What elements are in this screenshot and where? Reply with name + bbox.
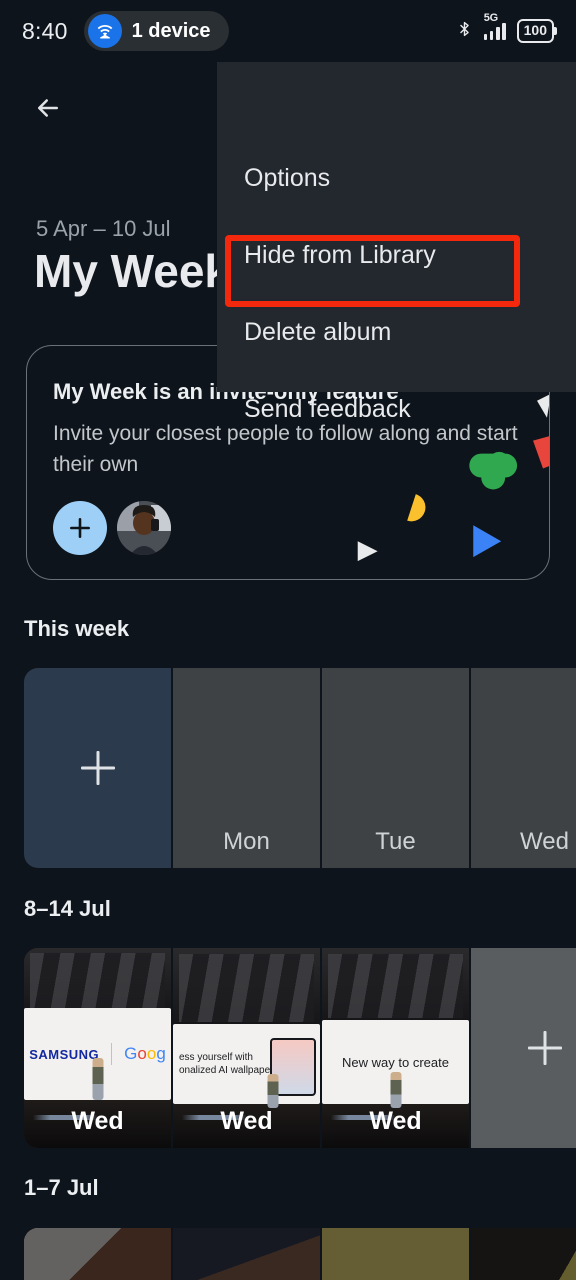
add-person-button[interactable] [53,501,107,555]
add-memory-tile[interactable] [24,668,171,868]
back-arrow-icon [33,93,63,128]
cast-device-pill[interactable]: 1 device [83,11,229,51]
slide-samsung-logo: SAMSUNG [29,1046,100,1062]
invite-card-body: Invite your closest people to follow alo… [53,422,518,476]
plus-icon [81,751,115,785]
avatar[interactable] [117,501,171,555]
cast-device-label: 1 device [131,19,211,42]
wifi-cast-icon [87,14,122,48]
photo-tile[interactable] [471,1228,576,1280]
menu-item-options[interactable]: Options [244,164,330,193]
section-label-1-7-jul: 1–7 Jul [24,1175,99,1200]
battery-indicator: 100 [516,19,554,43]
tile-day-label: Wed [220,1107,273,1135]
album-date-range: 5 Apr – 10 Jul [36,216,171,241]
slide-headline: New way to create [342,1054,449,1070]
menu-item-delete-album[interactable]: Delete album [244,318,391,347]
day-tile[interactable]: Wed [471,668,576,868]
back-button[interactable] [24,86,72,134]
section-strip-8-14-jul[interactable]: SAMSUNG Goog Wed ess yourself with onali… [24,948,576,1148]
signal-bars-icon: 5G [483,12,506,40]
page-title: My Week [34,245,231,297]
bluetooth-icon [456,18,473,45]
photo-tile[interactable]: SAMSUNG Goog Wed [24,948,171,1148]
delete-album-highlight [225,235,520,307]
phone-screen: 8:40 1 device 5G 100 5 Apr – 10 Jul My W… [0,0,576,1280]
slide-google-logo: Goog [124,1044,166,1063]
photo-tile[interactable] [173,1228,320,1280]
section-strip-this-week[interactable]: Mon Tue Wed [24,668,576,868]
section-label-8-14-jul: 8–14 Jul [24,896,111,921]
tile-day-label: Wed [71,1107,124,1135]
section-strip-1-7-jul[interactable] [24,1228,576,1280]
status-bar-clock: 8:40 [22,17,68,44]
network-type-label: 5G [483,11,498,24]
tile-day-label: Tue [375,828,416,855]
tile-day-label: Wed [369,1107,422,1135]
photo-tile[interactable]: ess yourself with onalized AI wallpapers… [173,948,320,1148]
tile-day-label: Wed [520,828,569,855]
photo-tile[interactable] [24,1228,171,1280]
status-bar-icons: 5G 100 [456,12,554,45]
day-tile[interactable]: Tue [322,668,469,868]
day-tile[interactable]: Mon [173,668,320,868]
avatar-image [117,501,171,555]
menu-item-send-feedback[interactable]: Send feedback [244,395,411,424]
add-memory-tile[interactable] [471,948,576,1148]
plus-icon [528,1031,562,1065]
tile-day-label: Mon [223,828,270,855]
plus-icon [70,518,90,538]
overflow-menu[interactable]: Options Hide from Library Delete album S… [217,62,576,423]
photo-tile[interactable]: New way to create Wed [322,948,469,1148]
photo-tile[interactable] [322,1228,469,1280]
invite-avatars [53,501,171,555]
section-label-this-week: This week [24,616,130,641]
status-bar: 8:40 1 device 5G 100 [0,0,576,62]
